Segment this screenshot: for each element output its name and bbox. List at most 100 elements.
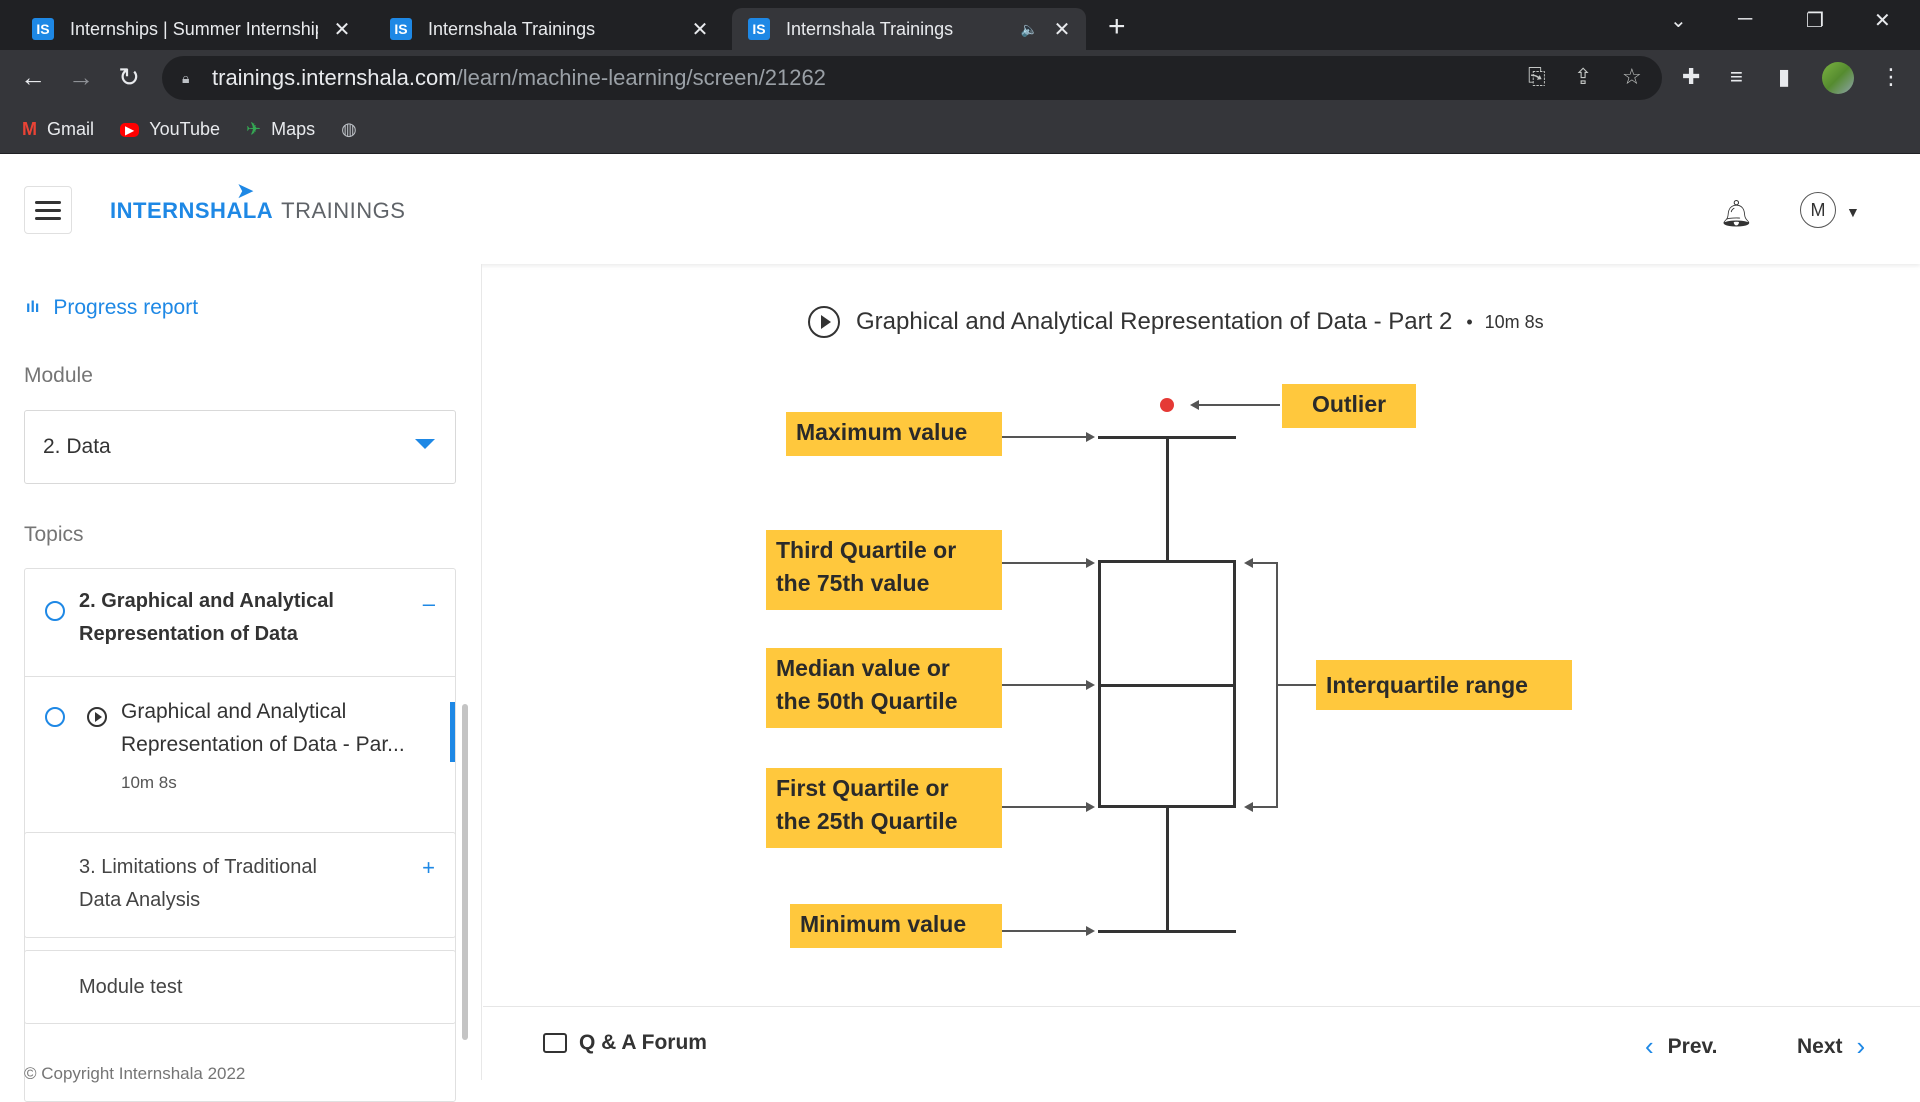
bookmark-maps[interactable]: ✈ Maps — [246, 119, 315, 140]
expand-icon[interactable]: + — [422, 855, 435, 881]
module-test-label: Module test — [79, 976, 183, 998]
course-sidebar: ılı Progress report Module 2. Data Topic… — [0, 264, 482, 1102]
median-connector — [1002, 684, 1086, 686]
share-icon[interactable]: ⇪ — [1574, 64, 1592, 90]
q1-connector — [1002, 806, 1086, 808]
close-tab-icon[interactable]: ✕ — [332, 17, 352, 42]
qa-forum-button[interactable]: Q & A Forum — [543, 1031, 707, 1055]
speaker-icon[interactable]: 🔈 — [1021, 21, 1038, 38]
maps-icon: ✈ — [245, 119, 262, 139]
chevron-right-icon: › — [1856, 1031, 1866, 1061]
topic-status-circle-icon — [45, 601, 65, 621]
close-window-icon[interactable]: ✕ — [1874, 8, 1891, 33]
label-line: Third Quartile or — [776, 537, 957, 563]
browser-tab-trainings-active[interactable]: IS Internshala Trainings 🔈 ✕ — [732, 8, 1086, 50]
prev-label: Prev. — [1667, 1034, 1718, 1058]
topic-title: 3. Limitations of Traditional Data Analy… — [79, 851, 317, 917]
topic-title: 2. Graphical and Analytical Representati… — [79, 585, 334, 651]
translate-icon[interactable]: ⎘ — [1528, 64, 1546, 90]
dropdown-caret-icon — [415, 439, 435, 449]
hamburger-menu-button[interactable] — [24, 186, 72, 234]
outlier-connector — [1198, 404, 1280, 406]
internshala-favicon-icon: IS — [748, 18, 770, 40]
extensions-icon[interactable]: ✚ — [1682, 64, 1700, 90]
youtube-icon: ▶ — [120, 122, 140, 137]
bookmark-youtube[interactable]: ▶ YouTube — [120, 119, 220, 140]
progress-report-link[interactable]: ılı Progress report — [26, 296, 198, 320]
q3-connector — [1002, 562, 1086, 564]
sidebar-scrollbar[interactable] — [462, 704, 468, 1040]
globe-icon: ◍ — [341, 119, 357, 139]
bookmark-star-icon[interactable]: ☆ — [1622, 64, 1642, 90]
reload-icon[interactable]: ↻ — [112, 62, 146, 93]
logo-primary-text: INTERNSHALA — [110, 198, 274, 223]
bookmark-label: Maps — [271, 119, 316, 139]
q1-arrow-head — [1086, 802, 1095, 812]
tab-title: Internshala Trainings — [786, 18, 954, 39]
media-control-icon[interactable]: ≡ — [1730, 64, 1743, 90]
module-dropdown[interactable]: 2. Data — [24, 410, 456, 484]
browser-tab-trainings[interactable]: IS Internshala Trainings ✕ — [374, 8, 724, 50]
lesson-header: Graphical and Analytical Representation … — [808, 306, 1544, 338]
next-button[interactable]: Next › — [1797, 1031, 1865, 1062]
collapse-icon[interactable]: – — [423, 591, 435, 617]
internshala-logo[interactable]: INTERNSHALA TRAININGS — [110, 198, 405, 224]
browser-tab-bar: IS Internships | Summer Internship ✕ IS … — [0, 0, 1920, 50]
lesson-duration: 10m 8s — [121, 773, 177, 792]
url-host: trainings.internshala.com — [212, 65, 457, 90]
close-tab-icon[interactable]: ✕ — [1052, 17, 1072, 42]
new-tab-button[interactable]: + — [1108, 10, 1126, 44]
next-label: Next — [1797, 1034, 1843, 1058]
minimum-arrow-head — [1086, 926, 1095, 936]
lesson-duration: 10m 8s — [1484, 311, 1544, 332]
progress-report-label: Progress report — [53, 296, 199, 319]
chrome-menu-icon[interactable]: ⋮ — [1880, 64, 1902, 90]
browser-toolbar: ← → ↻ 🔒︎ trainings.internshala.com/learn… — [0, 50, 1920, 106]
topic-module-test[interactable]: Module test — [24, 950, 456, 1024]
forward-icon[interactable]: → — [64, 62, 98, 93]
profile-avatar[interactable] — [1822, 62, 1854, 94]
maximum-value-label: Maximum value — [786, 412, 1002, 456]
url-path: /learn/machine-learning/screen/21262 — [456, 65, 826, 90]
lesson-title: Graphical and Analytical Representation … — [856, 308, 1453, 335]
minimum-whisker-cap — [1098, 930, 1236, 933]
first-quartile-label: First Quartile or the 25th Quartile — [766, 768, 1002, 848]
label-line: the 75th value — [776, 570, 930, 596]
side-panel-icon[interactable]: ▮ — [1778, 64, 1790, 90]
topic-group-limitations[interactable]: 3. Limitations of Traditional Data Analy… — [24, 832, 456, 938]
bookmarks-bar: M Gmail ▶ YouTube ✈ Maps ◍ — [0, 106, 1920, 154]
bookmark-gmail[interactable]: M Gmail — [22, 119, 94, 140]
median-arrow-head — [1086, 680, 1095, 690]
prev-button[interactable]: ‹ Prev. — [1645, 1031, 1718, 1062]
module-heading: Module — [24, 364, 93, 387]
notification-bell-icon[interactable]: 🔔︎ — [1720, 198, 1753, 229]
bookmark-globe[interactable]: ◍ — [341, 119, 367, 140]
play-circle-icon[interactable] — [808, 306, 840, 338]
tab-title: Internshala Trainings — [428, 18, 596, 39]
logo-secondary-text: TRAININGS — [281, 198, 406, 223]
q3-arrow-head — [1086, 558, 1095, 568]
topic-title-line: 2. Graphical and Analytical — [79, 590, 334, 612]
back-icon[interactable]: ← — [16, 62, 50, 93]
minimum-connector — [1002, 930, 1086, 932]
lesson-item-active[interactable]: Graphical and Analytical Representation … — [25, 677, 455, 819]
qa-forum-label: Q & A Forum — [579, 1031, 707, 1054]
label-line: the 25th Quartile — [776, 808, 958, 834]
bar-chart-icon: ılı — [26, 299, 40, 316]
minimize-icon[interactable]: ─ — [1738, 8, 1752, 31]
address-bar[interactable]: 🔒︎ trainings.internshala.com/learn/machi… — [162, 56, 1662, 100]
maximum-arrow-head — [1086, 432, 1095, 442]
iqr-connector — [1278, 684, 1316, 686]
close-tab-icon[interactable]: ✕ — [690, 17, 710, 42]
user-menu-caret-icon[interactable]: ▼ — [1846, 204, 1860, 220]
tab-search-icon[interactable]: ⌄ — [1670, 8, 1687, 33]
browser-tab-internships[interactable]: IS Internships | Summer Internship ✕ — [16, 8, 366, 50]
user-avatar[interactable]: M — [1800, 192, 1836, 228]
bookmark-label: Gmail — [47, 119, 95, 139]
topic-header-row[interactable]: 2. Graphical and Analytical Representati… — [25, 569, 455, 677]
median-label: Median value or the 50th Quartile — [766, 648, 1002, 728]
copyright-text: © Copyright Internshala 2022 — [24, 1064, 246, 1083]
tab-title: Internships | Summer Internship — [70, 18, 318, 39]
restore-icon[interactable]: ❐ — [1806, 8, 1824, 33]
bookmark-label: YouTube — [149, 119, 220, 139]
